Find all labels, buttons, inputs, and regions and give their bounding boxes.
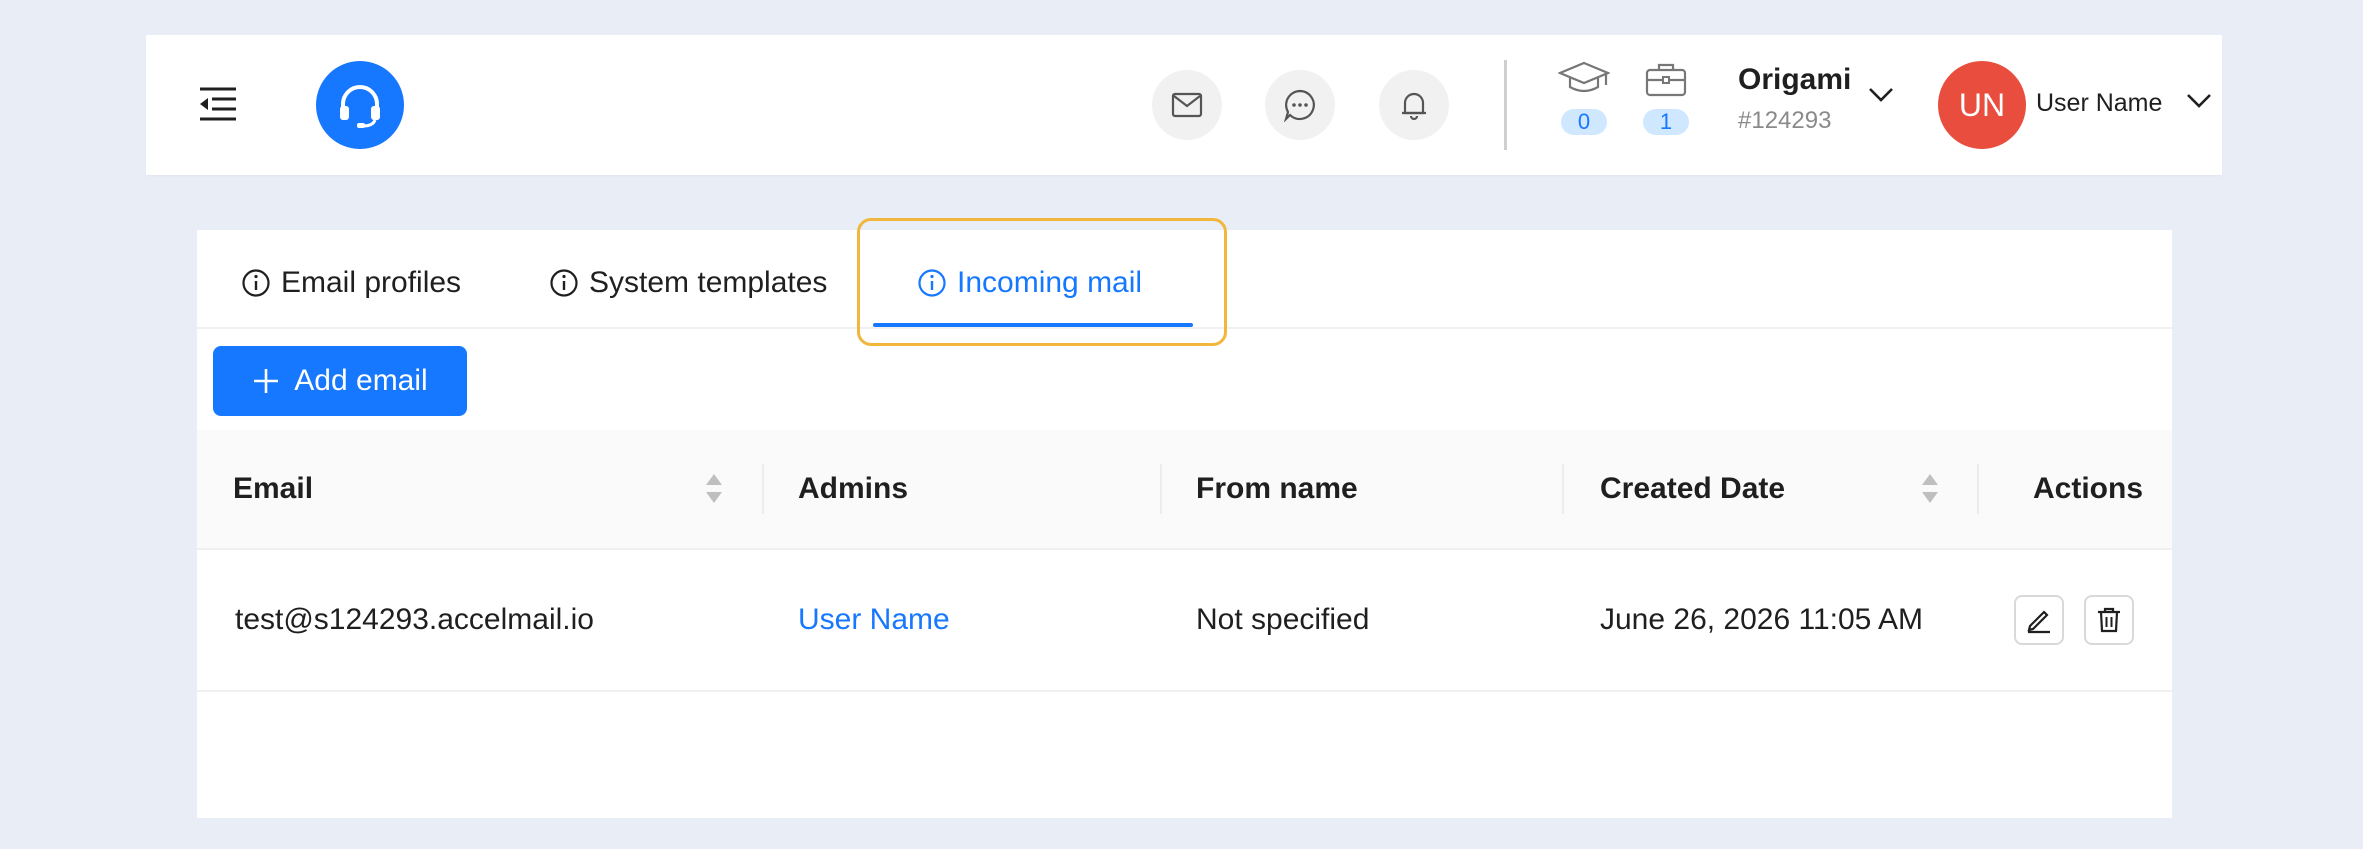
sort-icon[interactable] [704,472,724,511]
cell-created-date: June 26, 2026 11:05 AM [1600,603,1924,636]
briefcase-icon [1645,63,1687,97]
content-card: Email profiles System templates Incoming… [197,218,2172,818]
table-header: Email Admins From name Created Date Acti… [197,430,2172,550]
tab-label: System templates [589,266,828,299]
organization-switcher[interactable]: Origami #124293 [1738,63,1851,135]
column-header-actions: Actions [2033,472,2144,505]
menu-collapse-icon[interactable] [196,85,240,125]
chevron-down-icon[interactable] [2186,93,2212,114]
tab-system-templates[interactable]: System templates [549,263,827,303]
user-name-label[interactable]: User Name [2036,89,2162,118]
info-icon [549,268,579,298]
courses-counter[interactable]: 0 [1558,57,1610,135]
add-email-label: Add email [294,364,428,397]
active-tab-indicator [873,323,1193,327]
top-header: 0 1 Origami #124293 UN User Name [146,35,2222,175]
add-email-button[interactable]: Add email [213,346,467,416]
column-header-email[interactable]: Email [233,430,313,548]
column-header-admins: Admins [798,472,909,505]
graduation-cap-icon [1558,61,1610,93]
organization-name: Origami [1738,63,1852,96]
chat-bubble-icon [1283,89,1315,122]
edit-button[interactable] [2014,595,2064,645]
cases-counter[interactable]: 1 [1640,57,1692,135]
tab-incoming-mail[interactable]: Incoming mail [917,263,1142,303]
column-separator [1977,464,1979,514]
app-logo[interactable] [316,61,404,149]
courses-count-badge: 0 [1561,109,1607,135]
column-separator [762,464,764,514]
column-separator [1160,464,1162,514]
notifications-button[interactable] [1379,70,1449,140]
delete-button[interactable] [2084,595,2134,645]
header-divider [1504,60,1507,150]
column-separator [1562,464,1564,514]
organization-id: #124293 [1738,107,1832,134]
headset-icon [340,85,380,128]
chevron-down-icon[interactable] [1868,87,1894,108]
cell-email: test@s124293.accelmail.io [235,603,594,636]
info-icon [241,268,271,298]
mail-button[interactable] [1152,70,1222,140]
cases-count-badge: 1 [1643,109,1689,135]
tab-label: Email profiles [281,266,462,299]
mail-icon [1171,92,1203,118]
cell-admin-link[interactable]: User Name [798,550,950,690]
column-header-created-date[interactable]: Created Date [1600,430,1785,548]
chat-button[interactable] [1265,70,1335,140]
plus-icon [252,367,280,395]
bell-icon [1402,92,1426,121]
tab-label: Incoming mail [957,266,1143,299]
tab-bar: Email profiles System templates Incoming… [197,230,2172,329]
tab-email-profiles[interactable]: Email profiles [241,263,461,303]
info-icon [917,268,947,298]
table-row: test@s124293.accelmail.io User Name Not … [197,550,2172,692]
user-avatar[interactable]: UN [1938,61,2026,149]
pencil-icon [2027,610,2050,634]
sort-icon[interactable] [1920,472,1940,511]
trash-icon [2098,607,2120,633]
column-header-from-name: From name [1196,472,1358,505]
cell-from-name: Not specified [1196,603,1370,636]
